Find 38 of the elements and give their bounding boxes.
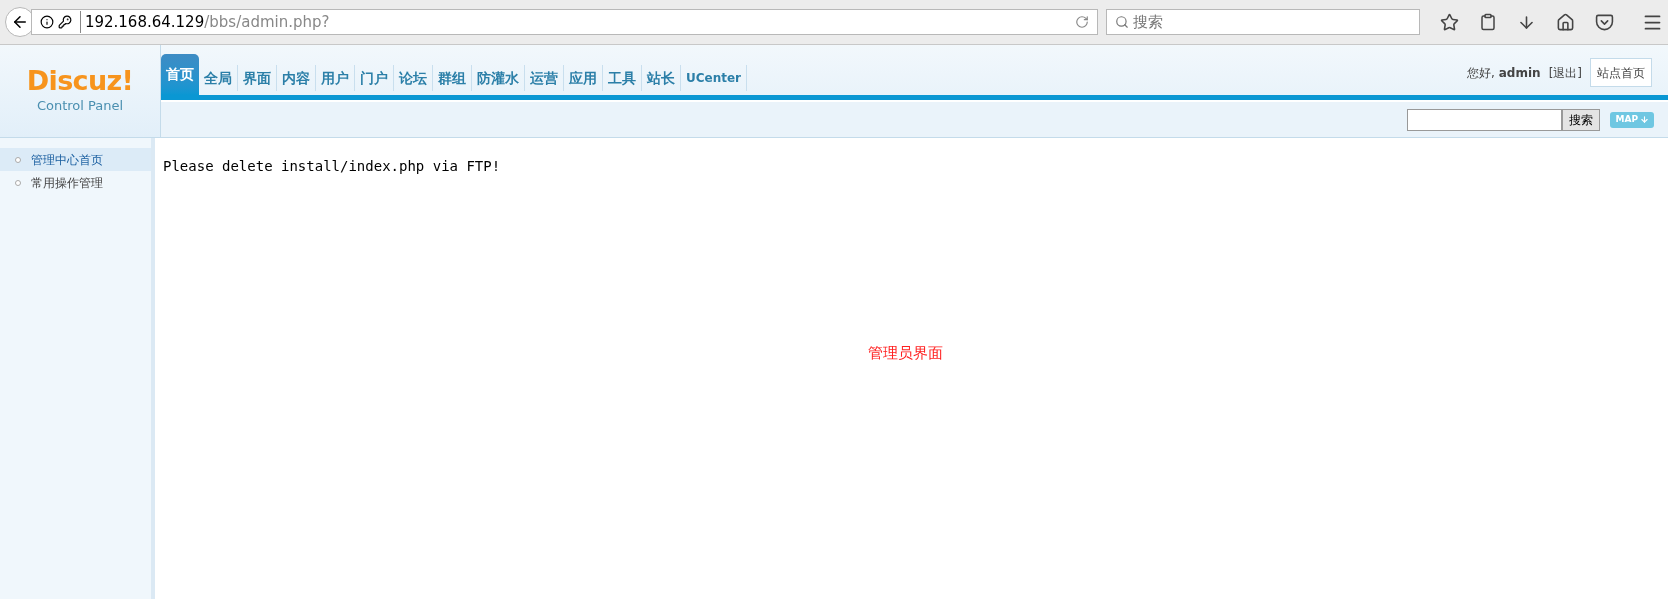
site-home-button[interactable]: 站点首页: [1590, 58, 1652, 87]
nav-tab[interactable]: 应用: [564, 65, 603, 91]
nav-tab[interactable]: 站长: [642, 65, 681, 91]
nav-tab[interactable]: 全局: [199, 65, 238, 91]
reload-icon[interactable]: [1074, 15, 1089, 29]
arrow-down-icon: [1640, 115, 1649, 124]
nav-tab[interactable]: 内容: [277, 65, 316, 91]
logo-subtitle: Control Panel: [36, 97, 124, 116]
sidebar-item[interactable]: 管理中心首页: [0, 148, 151, 171]
key-icon: [57, 15, 72, 29]
nav-tab[interactable]: 首页: [161, 54, 199, 95]
annotation-text: 管理员界面: [868, 343, 943, 364]
search-placeholder: 搜索: [1132, 11, 1163, 33]
nav-tab[interactable]: 工具: [603, 65, 642, 91]
clipboard-icon[interactable]: [1479, 13, 1497, 31]
nav-tab[interactable]: 论坛: [394, 65, 433, 91]
info-icon: [39, 15, 54, 29]
nav-tab[interactable]: 群组: [433, 65, 472, 91]
nav-tab[interactable]: 运营: [525, 65, 564, 91]
url-text: 192.168.64.129/bbs/admin.php?: [79, 10, 330, 34]
pocket-icon[interactable]: [1595, 12, 1614, 32]
nav-tab[interactable]: 门户: [355, 65, 394, 91]
user-greeting: 您好, admin: [1467, 64, 1541, 82]
star-icon[interactable]: [1440, 12, 1459, 32]
search-field[interactable]: 搜索: [1105, 9, 1420, 35]
nav-tab[interactable]: 用户: [316, 65, 355, 91]
search-input[interactable]: [1407, 108, 1563, 131]
url-field[interactable]: 192.168.64.129/bbs/admin.php?: [30, 9, 1098, 35]
nav-tab[interactable]: UCenter: [681, 65, 748, 91]
sidebar-item[interactable]: 常用操作管理: [0, 171, 151, 194]
nav-tab[interactable]: 防灌水: [472, 65, 525, 91]
logo-title: Discuz!: [26, 66, 134, 97]
message-text: Please delete install/index.php via FTP!: [163, 157, 502, 176]
search-button[interactable]: 搜索: [1562, 108, 1601, 131]
nav-tab[interactable]: 界面: [238, 65, 277, 91]
search-icon: [1114, 15, 1129, 29]
logout-link[interactable]: [退出]: [1548, 63, 1582, 82]
home-icon[interactable]: [1556, 12, 1575, 32]
